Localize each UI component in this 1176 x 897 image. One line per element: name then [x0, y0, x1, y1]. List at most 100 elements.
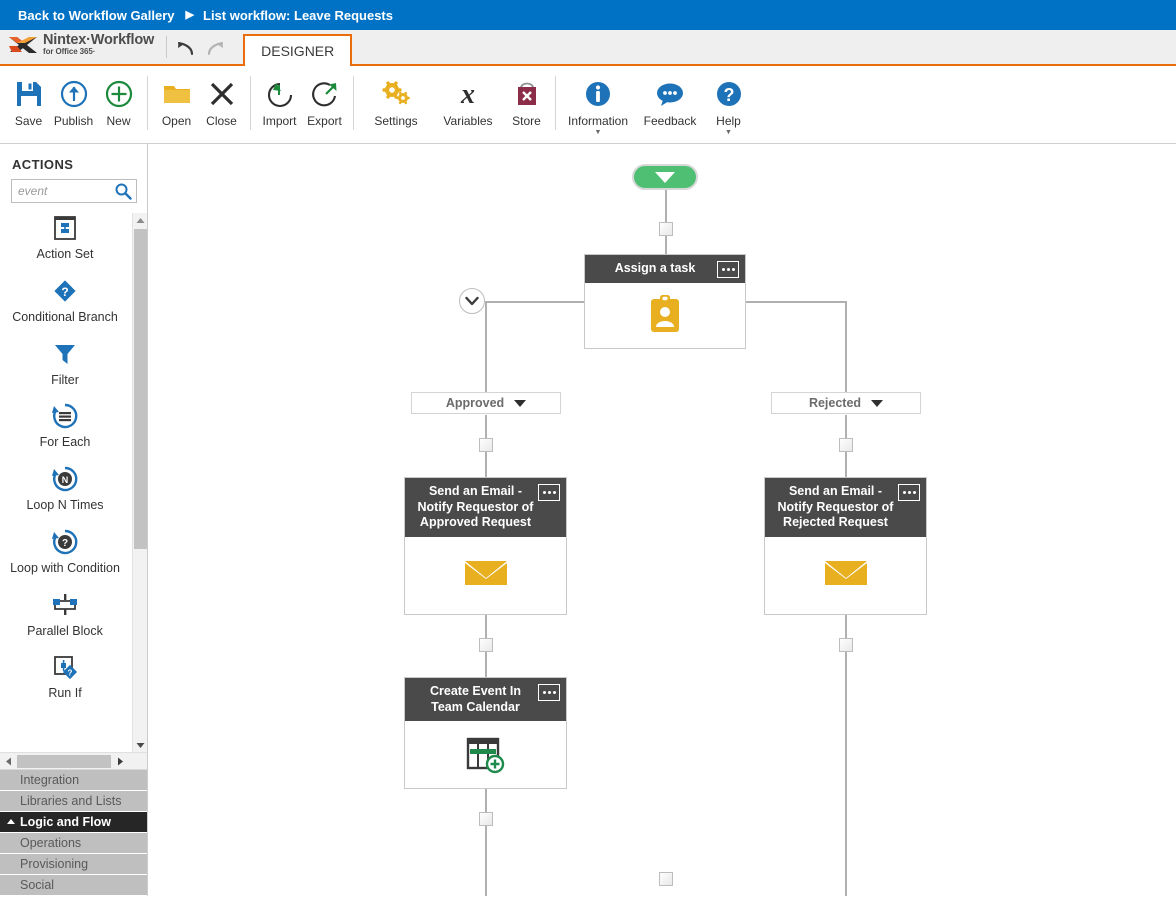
- scroll-right-arrow-icon[interactable]: [112, 757, 128, 766]
- chevron-down-icon[interactable]: ▼: [595, 129, 602, 137]
- tab-designer[interactable]: DESIGNER: [243, 34, 353, 66]
- publish-button[interactable]: Publish: [51, 66, 96, 128]
- actions-search: [0, 179, 147, 203]
- insert-action-plug[interactable]: [659, 872, 673, 886]
- category-label: Operations: [20, 836, 82, 850]
- import-button[interactable]: Import: [257, 66, 302, 128]
- svg-text:?: ?: [62, 538, 68, 549]
- action-category-list: Integration Libraries and Lists Logic an…: [0, 769, 147, 896]
- back-to-workflow-gallery-link[interactable]: Back to Workflow Gallery: [18, 8, 175, 23]
- action-item-conditional-branch[interactable]: ? Conditional Branch: [0, 276, 130, 325]
- horizontal-scrollbar-thumb[interactable]: [17, 755, 111, 769]
- insert-action-plug[interactable]: [479, 812, 493, 826]
- insert-action-plug[interactable]: [839, 638, 853, 652]
- connector-split-right: [744, 301, 846, 303]
- node-send-email-approved[interactable]: Send an Email - Notify Requestor of Appr…: [404, 477, 567, 615]
- ribbon-group-help: Information ▼ Feedback ? Help ▼: [562, 66, 751, 144]
- logo-line-2: for Office 365·: [43, 46, 96, 56]
- scroll-down-arrow-icon[interactable]: [133, 738, 147, 752]
- open-button[interactable]: Open: [154, 66, 199, 128]
- conditional-branch-icon: ?: [51, 276, 79, 306]
- node-body: [405, 537, 566, 609]
- node-create-event-team-calendar[interactable]: Create Event In Team Calendar: [404, 677, 567, 789]
- insert-action-plug[interactable]: [479, 438, 493, 452]
- logo-line-1: Nintex·Workflow: [43, 32, 155, 49]
- information-button[interactable]: Information ▼: [562, 66, 634, 137]
- action-item-loop-with-condition[interactable]: ? Loop with Condition: [0, 527, 130, 576]
- open-label: Open: [161, 114, 192, 128]
- node-menu-button[interactable]: [717, 261, 739, 278]
- action-label: Loop N Times: [26, 498, 104, 512]
- divider: [147, 76, 148, 130]
- connector-rejected-email-down: [845, 615, 847, 896]
- chevron-down-icon[interactable]: ▼: [725, 129, 732, 137]
- node-menu-button[interactable]: [898, 484, 920, 501]
- redo-arrow-icon[interactable]: [204, 38, 226, 58]
- circle-plus-icon: [104, 77, 134, 111]
- action-item-for-each[interactable]: For Each: [0, 401, 130, 450]
- close-button[interactable]: Close: [199, 66, 244, 128]
- category-operations[interactable]: Operations: [0, 833, 147, 854]
- actions-horizontal-scrollbar[interactable]: [0, 752, 147, 769]
- svg-text:?: ?: [61, 285, 68, 299]
- save-button[interactable]: Save: [6, 66, 51, 128]
- category-provisioning[interactable]: Provisioning: [0, 854, 147, 875]
- chevron-down-icon: [465, 296, 479, 306]
- insert-action-plug[interactable]: [659, 222, 673, 236]
- export-button[interactable]: Export: [302, 66, 347, 128]
- filter-funnel-icon: [51, 339, 79, 369]
- action-item-loop-n-times[interactable]: N Loop N Times: [0, 464, 130, 513]
- workflow-canvas[interactable]: Assign a task Approved Rejected Send an …: [148, 144, 1176, 896]
- start-event-icon: [655, 172, 675, 183]
- vertical-scrollbar-thumb[interactable]: [134, 229, 147, 549]
- envelope-icon: [464, 560, 507, 585]
- scroll-up-arrow-icon[interactable]: [133, 213, 147, 228]
- store-button[interactable]: Store: [504, 66, 549, 128]
- collapse-toggle-button[interactable]: [459, 288, 485, 314]
- workflow-start-node[interactable]: [632, 164, 698, 190]
- divider: [353, 76, 354, 130]
- close-label: Close: [206, 114, 237, 128]
- scroll-left-arrow-icon[interactable]: [0, 757, 16, 766]
- action-item-run-if[interactable]: ? Run If: [0, 652, 130, 701]
- insert-action-plug[interactable]: [839, 438, 853, 452]
- new-label: New: [106, 114, 131, 128]
- variables-label: Variables: [443, 114, 493, 128]
- divider: [250, 76, 251, 130]
- category-logic-and-flow[interactable]: Logic and Flow: [0, 812, 147, 833]
- actions-vertical-scrollbar[interactable]: [132, 213, 147, 753]
- branch-label-rejected[interactable]: Rejected: [771, 392, 921, 414]
- close-x-icon: [207, 77, 237, 111]
- node-title: Send an Email - Notify Requestor of Appr…: [405, 478, 566, 537]
- ribbon-group-openclose: Open Close: [154, 66, 244, 144]
- category-libraries-and-lists[interactable]: Libraries and Lists: [0, 791, 147, 812]
- import-circle-arrow-icon: [265, 77, 295, 111]
- help-label: Help: [716, 114, 741, 128]
- action-item-filter[interactable]: Filter: [0, 339, 130, 388]
- search-icon[interactable]: [114, 182, 132, 200]
- new-button[interactable]: New: [96, 66, 141, 128]
- branch-label-approved[interactable]: Approved: [411, 392, 561, 414]
- undo-redo-group: [175, 38, 236, 64]
- action-item-parallel-block[interactable]: Parallel Block: [0, 590, 130, 639]
- category-social[interactable]: Social: [0, 875, 147, 896]
- node-assign-task[interactable]: Assign a task: [584, 254, 746, 349]
- settings-button[interactable]: Settings: [360, 66, 432, 128]
- node-menu-button[interactable]: [538, 484, 560, 501]
- export-label: Export: [307, 114, 342, 128]
- action-item-action-set[interactable]: Action Set: [0, 213, 130, 262]
- ribbon-toolbar: Save Publish New Open Close Import Expor…: [0, 66, 1176, 144]
- variables-button[interactable]: x Variables: [432, 66, 504, 128]
- caret-up-icon: [7, 819, 15, 824]
- ribbon-group-tools: Settings x Variables Store: [360, 66, 549, 144]
- node-menu-button[interactable]: [538, 684, 560, 701]
- help-button[interactable]: ? Help ▼: [706, 66, 751, 137]
- node-send-email-rejected[interactable]: Send an Email - Notify Requestor of Reje…: [764, 477, 927, 615]
- category-integration[interactable]: Integration: [0, 770, 147, 791]
- play-triangle-icon: ▶: [185, 8, 194, 21]
- undo-arrow-icon[interactable]: [175, 38, 197, 58]
- insert-action-plug[interactable]: [479, 638, 493, 652]
- category-label: Integration: [20, 773, 80, 787]
- main-area: ACTIONS event Action Set ? Conditional B…: [0, 144, 1176, 896]
- feedback-button[interactable]: Feedback: [634, 66, 706, 128]
